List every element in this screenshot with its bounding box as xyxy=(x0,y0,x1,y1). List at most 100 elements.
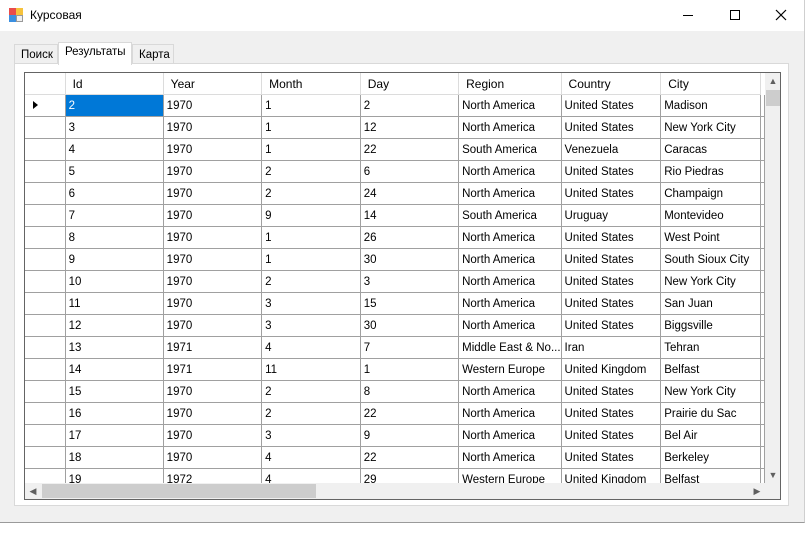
minimize-button[interactable] xyxy=(665,0,711,30)
cell-region[interactable]: North America xyxy=(458,248,562,271)
cell-day[interactable]: 9 xyxy=(360,424,460,447)
row-header[interactable] xyxy=(25,248,66,271)
column-header-country[interactable]: Country xyxy=(561,73,662,95)
cell-year[interactable]: 1970 xyxy=(163,402,263,425)
cell-month[interactable]: 4 xyxy=(261,468,361,483)
cell-country[interactable]: United States xyxy=(561,314,662,337)
cell-city[interactable]: Bel Air xyxy=(660,424,761,447)
cell-id[interactable]: 5 xyxy=(65,160,164,183)
cell-day[interactable]: 6 xyxy=(360,160,460,183)
cell-year[interactable]: 1970 xyxy=(163,160,263,183)
cell-city[interactable]: New York City xyxy=(660,380,761,403)
cell-city[interactable]: West Point xyxy=(660,226,761,249)
cell-day[interactable]: 30 xyxy=(360,314,460,337)
cell-month[interactable]: 1 xyxy=(261,248,361,271)
cell-region[interactable]: Western Europe xyxy=(458,468,562,483)
row-header[interactable] xyxy=(25,380,66,403)
cell-year[interactable]: 1970 xyxy=(163,182,263,205)
scroll-down-icon[interactable]: ▼ xyxy=(765,467,780,483)
cell-year[interactable]: 1971 xyxy=(163,358,263,381)
cell-month[interactable]: 2 xyxy=(261,402,361,425)
title-bar[interactable]: Курсовая xyxy=(0,0,804,31)
cell-id[interactable]: 12 xyxy=(65,314,164,337)
cell-day[interactable]: 7 xyxy=(360,336,460,359)
row-header[interactable] xyxy=(25,336,66,359)
cell-id[interactable]: 11 xyxy=(65,292,164,315)
cell-country[interactable]: United States xyxy=(561,226,662,249)
cell-month[interactable]: 3 xyxy=(261,314,361,337)
row-header[interactable] xyxy=(25,292,66,315)
row-header[interactable] xyxy=(25,226,66,249)
cell-city[interactable]: Montevideo xyxy=(660,204,761,227)
cell-country[interactable]: United States xyxy=(561,160,662,183)
cell-month[interactable]: 11 xyxy=(261,358,361,381)
cell-day[interactable]: 14 xyxy=(360,204,460,227)
cell-month[interactable]: 2 xyxy=(261,270,361,293)
cell-year[interactable]: 1970 xyxy=(163,138,263,161)
cell-day[interactable]: 22 xyxy=(360,138,460,161)
column-header-city[interactable]: City xyxy=(660,73,761,95)
table-row[interactable]: 12 1970 3 30 North America United States Biggs… xyxy=(25,314,765,337)
row-header[interactable] xyxy=(25,138,66,161)
column-header-region[interactable]: Region xyxy=(458,73,562,95)
tab-map[interactable]: Карта xyxy=(132,44,174,64)
cell-country[interactable]: United States xyxy=(561,402,662,425)
cell-city[interactable]: Prairie du Sac xyxy=(660,402,761,425)
vertical-scroll-thumb[interactable] xyxy=(766,90,780,106)
cell-country[interactable]: United States xyxy=(561,446,662,469)
cell-country[interactable]: United States xyxy=(561,182,662,205)
cell-country[interactable]: United States xyxy=(561,116,662,139)
cell-region[interactable]: North America xyxy=(458,314,562,337)
cell-month[interactable]: 3 xyxy=(261,292,361,315)
table-row[interactable]: 13 1971 4 7 Middle East & No... Iran Tehran xyxy=(25,336,765,359)
cell-country[interactable]: United Kingdom xyxy=(561,468,662,483)
cell-region[interactable]: North America xyxy=(458,116,562,139)
table-row[interactable]: 16 1970 2 22 North America United States Prair… xyxy=(25,402,765,425)
column-header-month[interactable]: Month xyxy=(261,73,361,95)
cell-region[interactable]: North America xyxy=(458,94,562,117)
cell-year[interactable]: 1970 xyxy=(163,292,263,315)
cell-city[interactable]: South Sioux City xyxy=(660,248,761,271)
results-data-grid[interactable]: Id Year Month Day Region Country City 21… xyxy=(24,72,781,500)
cell-day[interactable]: 2 xyxy=(360,94,460,117)
cell-id[interactable]: 15 xyxy=(65,380,164,403)
cell-day[interactable]: 30 xyxy=(360,248,460,271)
row-header[interactable] xyxy=(25,314,66,337)
cell-city[interactable]: Caracas xyxy=(660,138,761,161)
cell-region[interactable]: North America xyxy=(458,380,562,403)
table-row[interactable]: 19 1972 4 29 Western Europe United Kingdom Bel… xyxy=(25,468,765,483)
cell-year[interactable]: 1970 xyxy=(163,248,263,271)
cell-year[interactable]: 1970 xyxy=(163,270,263,293)
row-header[interactable] xyxy=(25,446,66,469)
cell-year[interactable]: 1970 xyxy=(163,226,263,249)
cell-day[interactable]: 24 xyxy=(360,182,460,205)
cell-id[interactable]: 10 xyxy=(65,270,164,293)
column-header-day[interactable]: Day xyxy=(360,73,460,95)
cell-day[interactable]: 1 xyxy=(360,358,460,381)
cell-region[interactable]: North America xyxy=(458,160,562,183)
cell-region[interactable]: North America xyxy=(458,292,562,315)
cell-year[interactable]: 1970 xyxy=(163,314,263,337)
cell-country[interactable]: United States xyxy=(561,248,662,271)
cell-year[interactable]: 1970 xyxy=(163,380,263,403)
row-header[interactable] xyxy=(25,402,66,425)
cell-day[interactable]: 15 xyxy=(360,292,460,315)
cell-id[interactable]: 4 xyxy=(65,138,164,161)
cell-id[interactable]: 6 xyxy=(65,182,164,205)
cell-id[interactable]: 7 xyxy=(65,204,164,227)
cell-month[interactable]: 2 xyxy=(261,380,361,403)
cell-month[interactable]: 4 xyxy=(261,446,361,469)
row-header[interactable] xyxy=(25,94,66,117)
cell-city[interactable]: Rio Piedras xyxy=(660,160,761,183)
cell-month[interactable]: 2 xyxy=(261,160,361,183)
cell-city[interactable]: New York City xyxy=(660,270,761,293)
cell-id[interactable]: 18 xyxy=(65,446,164,469)
row-header[interactable] xyxy=(25,116,66,139)
cell-region[interactable]: North America xyxy=(458,402,562,425)
table-row[interactable]: 9 1970 1 30 North America United States South … xyxy=(25,248,765,271)
cell-country[interactable]: Venezuela xyxy=(561,138,662,161)
cell-day[interactable]: 12 xyxy=(360,116,460,139)
cell-id[interactable]: 17 xyxy=(65,424,164,447)
column-header-year[interactable]: Year xyxy=(163,73,263,95)
cell-city[interactable]: Berkeley xyxy=(660,446,761,469)
